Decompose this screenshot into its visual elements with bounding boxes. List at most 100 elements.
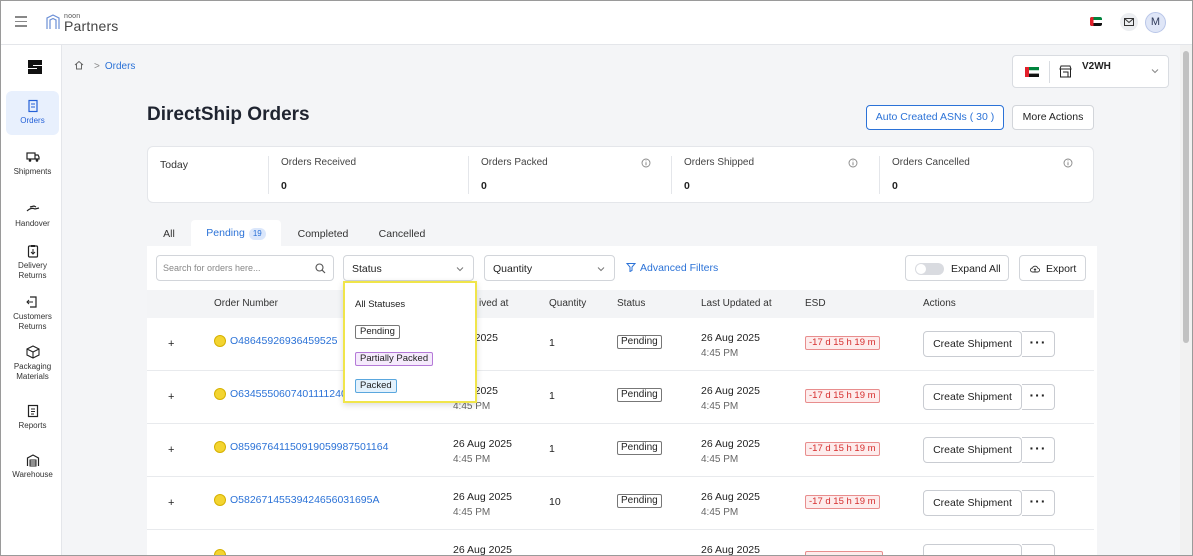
advanced-filters-link[interactable]: Advanced Filters (626, 262, 718, 274)
create-shipment-button[interactable]: Create Shipment (923, 331, 1022, 357)
table-row[interactable]: 26 Aug 2025 26 Aug 2025 (147, 530, 1094, 555)
row-more-button[interactable]: ··· (1022, 437, 1055, 463)
sidebar-item-customers-returns[interactable]: Customers Returns (6, 295, 59, 332)
tab-pending[interactable]: Pending 19 (191, 220, 281, 246)
received-date: 26 Aug 2025 (453, 491, 512, 503)
create-shipment-button[interactable]: Create Shipment (923, 437, 1022, 463)
row-more-button[interactable]: ··· (1022, 384, 1055, 410)
expand-all-label: Expand All (951, 263, 1001, 275)
updated-date: 26 Aug 2025 (701, 438, 760, 450)
uae-flag-icon (1025, 67, 1039, 77)
stats-card: Today Orders Received 0 Orders Packed 0 … (147, 146, 1094, 203)
tab-cancelled[interactable]: Cancelled (371, 221, 433, 247)
stat-orders-shipped: Orders Shipped 0 (684, 147, 860, 204)
toggle-switch[interactable] (915, 263, 944, 275)
info-icon[interactable] (848, 158, 858, 168)
esd-badge: -17 d 15 h 19 m (805, 389, 880, 403)
sidebar-item-shipments[interactable]: Shipments (6, 150, 59, 177)
tab-completed[interactable]: Completed (290, 221, 356, 247)
logo-text: Partners (64, 18, 119, 34)
sidebar-item-reports[interactable]: Reports (6, 404, 59, 431)
vertical-scrollbar[interactable] (1180, 45, 1192, 555)
info-icon[interactable] (1063, 158, 1073, 168)
status-option-all[interactable]: All Statuses (355, 299, 405, 310)
quantity-dropdown[interactable]: Quantity (484, 255, 615, 281)
search-box[interactable] (156, 255, 334, 281)
expand-row-button[interactable]: + (168, 444, 174, 456)
table-row[interactable]: + O48645926936459525 Aug 2025PM 1 Pendin… (147, 318, 1094, 371)
sidebar-item-packaging-materials[interactable]: Packaging Materials (6, 345, 59, 382)
sidebar-item-warehouse[interactable]: Warehouse (6, 453, 59, 480)
sidebar-item-orders[interactable]: Orders (6, 91, 59, 135)
order-status-icon (214, 335, 226, 347)
status-option-partially-packed[interactable]: Partially Packed (355, 352, 434, 366)
stat-label: Orders Received (281, 157, 357, 168)
received-date: 26 Aug 2025 (453, 438, 512, 450)
divider (268, 156, 269, 194)
mail-button[interactable] (1120, 13, 1138, 31)
expand-row-button[interactable]: + (168, 391, 174, 403)
search-input[interactable] (163, 260, 313, 276)
updated-time: 4:45 PM (701, 348, 739, 359)
row-more-button[interactable]: ··· (1022, 331, 1055, 357)
create-shipment-button[interactable] (923, 544, 1022, 555)
sidebar-item-handover[interactable]: Handover (6, 202, 59, 229)
home-icon[interactable] (74, 60, 84, 70)
avatar[interactable]: M (1145, 12, 1166, 33)
tab-all[interactable]: All (155, 221, 183, 247)
status-option-packed[interactable]: Packed (355, 379, 397, 393)
toggle-knob (916, 264, 926, 274)
column-status[interactable]: Status (617, 298, 645, 309)
status-option-pending[interactable]: Pending (355, 325, 400, 339)
uae-flag-icon[interactable] (1090, 17, 1102, 26)
expand-row-button[interactable]: + (168, 338, 174, 350)
order-number-link[interactable]: O48645926936459525 (230, 335, 337, 347)
sidebar-item-label: Customers Returns (13, 312, 52, 331)
create-shipment-button[interactable]: Create Shipment (923, 384, 1022, 410)
hamburger-menu-icon[interactable] (15, 16, 27, 27)
table-row[interactable]: + O63455506074011112406 Aug 20254:45 PM … (147, 371, 1094, 424)
column-esd[interactable]: ESD (805, 298, 826, 309)
breadcrumb-orders-link[interactable]: Orders (105, 61, 136, 72)
create-shipment-button[interactable]: Create Shipment (923, 490, 1022, 516)
sidebar-item-label: Delivery Returns (18, 261, 47, 280)
status-dropdown[interactable]: Status (343, 255, 474, 281)
sidebar-item-delivery-returns[interactable]: Delivery Returns (6, 244, 59, 281)
row-more-button[interactable]: ··· (1022, 490, 1055, 516)
column-order-number[interactable]: Order Number (214, 298, 278, 309)
order-status-icon (214, 388, 226, 400)
seller-logo-icon[interactable] (25, 57, 45, 77)
updated-date: 26 Aug 2025 (701, 385, 760, 397)
divider (879, 156, 880, 194)
breadcrumb: > Orders (74, 60, 135, 72)
expand-row-button[interactable]: + (168, 497, 174, 509)
order-number-link[interactable]: O85967641150919059987501164 (230, 441, 388, 453)
order-status-icon (214, 494, 226, 506)
warehouse-selector[interactable]: V2WH (1012, 55, 1169, 88)
info-icon[interactable] (641, 158, 651, 168)
tab-count-badge: 19 (248, 228, 266, 240)
order-number-link[interactable]: O58267145539424656031695A (230, 494, 379, 506)
last-updated: 26 Aug 2025 4:45 PM (701, 489, 760, 521)
quantity-dropdown-label: Quantity (493, 263, 533, 275)
table-row[interactable]: + O85967641150919059987501164 26 Aug 202… (147, 424, 1094, 477)
last-updated: 26 Aug 2025 4:45 PM (701, 436, 760, 468)
auto-created-asns-button[interactable]: Auto Created ASNs ( 30 ) (866, 105, 1004, 130)
esd-badge (805, 551, 883, 555)
table-row[interactable]: + O58267145539424656031695A 26 Aug 2025 4… (147, 477, 1094, 530)
stat-label: Orders Cancelled (892, 157, 970, 168)
column-received-at[interactable]: ived at (479, 298, 508, 309)
order-number-link[interactable]: O63455506074011112406 (230, 388, 353, 400)
column-quantity[interactable]: Quantity (549, 298, 586, 309)
row-more-button[interactable] (1022, 544, 1055, 555)
stat-label: Orders Packed (481, 157, 548, 168)
sidebar: Orders Shipments Handover Delivery Retur… (1, 45, 62, 555)
scrollbar-thumb[interactable] (1183, 51, 1189, 343)
order-status-icon (214, 549, 226, 555)
export-button[interactable]: Export (1019, 255, 1086, 281)
search-icon[interactable] (315, 263, 326, 274)
warehouse-icon (26, 454, 39, 467)
expand-all-toggle[interactable]: Expand All (905, 255, 1009, 281)
more-actions-button[interactable]: More Actions (1012, 105, 1094, 130)
column-last-updated[interactable]: Last Updated at (701, 298, 772, 309)
